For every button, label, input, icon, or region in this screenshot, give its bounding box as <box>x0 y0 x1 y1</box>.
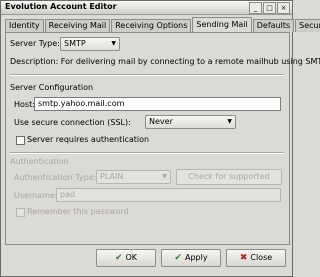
sending-mail-panel: Server Type: SMTP ▼ Description: For del… <box>5 32 320 245</box>
host-label: Host: <box>14 100 35 109</box>
account-editor-window: Evolution Account Editor _ □ × Identity … <box>0 0 320 277</box>
divider <box>10 74 284 76</box>
authentication-heading: Authentication <box>10 157 69 166</box>
ok-button-label: OK <box>125 253 138 262</box>
title-bar[interactable]: Evolution Account Editor _ □ × <box>1 1 292 15</box>
auth-type-label: Authentication Type: <box>14 173 97 182</box>
username-label: Username: <box>14 191 58 200</box>
close-x-icon: ✖ <box>239 253 248 263</box>
ssl-value: Never <box>149 117 173 126</box>
ok-check-icon: ✔ <box>114 253 123 263</box>
remember-password-label: Remember this password <box>27 207 129 216</box>
requires-auth-checkbox[interactable] <box>16 136 25 145</box>
remember-password-checkbox[interactable] <box>16 208 25 217</box>
description-text: Description: For delivering mail by conn… <box>10 57 320 66</box>
close-icon[interactable]: × <box>277 2 290 14</box>
server-type-select[interactable]: SMTP ▼ <box>60 37 120 51</box>
window-title: Evolution Account Editor <box>5 2 117 11</box>
tab-receiving-mail[interactable]: Receiving Mail <box>44 19 111 32</box>
server-type-label: Server Type: <box>10 39 60 48</box>
dropdown-arrow-icon: ▼ <box>227 118 232 125</box>
dropdown-arrow-icon: ▼ <box>162 173 167 180</box>
tab-identity[interactable]: Identity <box>5 19 44 32</box>
apply-check-icon: ✔ <box>174 253 182 263</box>
tab-bar: Identity Receiving Mail Receiving Option… <box>5 17 320 33</box>
window-controls: _ □ × <box>249 2 290 14</box>
tab-receiving-options[interactable]: Receiving Options <box>111 19 192 32</box>
auth-type-value: PLAIN <box>100 172 124 181</box>
tab-sending-mail[interactable]: Sending Mail <box>192 17 252 32</box>
close-button-label: Close <box>250 253 273 262</box>
close-button[interactable]: ✖ Close <box>226 249 286 267</box>
host-input[interactable]: smtp.yahoo.mail.com <box>34 97 281 111</box>
server-config-heading: Server Configuration <box>10 83 94 92</box>
username-input[interactable]: pad <box>56 188 281 202</box>
divider <box>10 152 284 154</box>
tab-defaults[interactable]: Defaults <box>252 19 295 32</box>
auth-type-select[interactable]: PLAIN ▼ <box>96 170 171 184</box>
apply-button-label: Apply <box>184 253 208 262</box>
ok-button[interactable]: ✔ OK <box>96 249 156 267</box>
tab-security[interactable]: Security <box>295 19 320 32</box>
requires-auth-label: Server requires authentication <box>27 135 150 144</box>
check-supported-types-button[interactable]: Check for supported types <box>176 169 282 195</box>
apply-button[interactable]: ✔ Apply <box>161 249 221 267</box>
ssl-label: Use secure connection (SSL): <box>14 118 131 127</box>
maximize-icon[interactable]: □ <box>263 2 276 14</box>
server-type-value: SMTP <box>64 39 86 48</box>
ssl-select[interactable]: Never ▼ <box>145 115 236 129</box>
dropdown-arrow-icon: ▼ <box>111 40 116 47</box>
minimize-icon[interactable]: _ <box>249 2 262 14</box>
